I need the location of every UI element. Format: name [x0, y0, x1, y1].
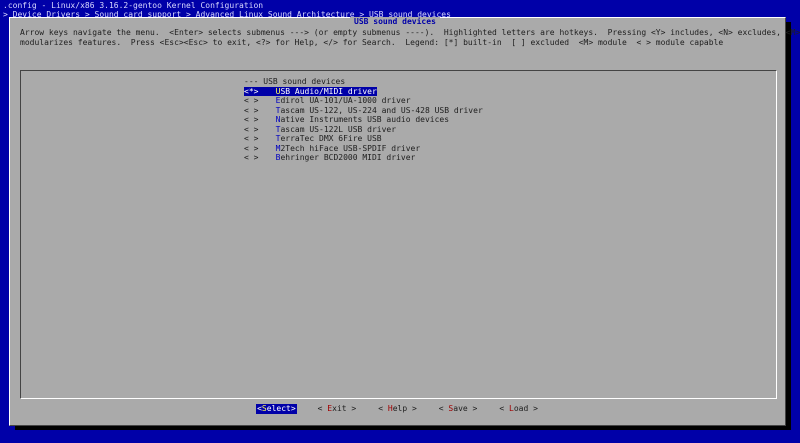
- button-bar: <Select> < Exit > < Help > < Save > < Load >: [10, 404, 785, 414]
- exit-button[interactable]: < Exit >: [317, 404, 358, 414]
- menu-header: --- USB sound devices: [244, 77, 346, 86]
- module-state-box[interactable]: < >: [244, 106, 266, 116]
- module-state-box[interactable]: < >: [244, 134, 266, 144]
- select-button[interactable]: <Select>: [256, 404, 297, 414]
- menu-frame: --- USB sound devices <*> USB Audio/MIDI…: [20, 70, 777, 399]
- menu-item-label: Native Instruments USB audio devices: [275, 115, 450, 124]
- menu-item-label: M2Tech hiFace USB-SPDIF driver: [275, 143, 421, 153]
- module-state-box[interactable]: < >: [244, 96, 266, 106]
- menu-item[interactable]: < > Native Instruments USB audio devices: [244, 115, 483, 125]
- menu-item[interactable]: < > M2Tech hiFace USB-SPDIF driver: [244, 144, 483, 154]
- menu-item-label: USB Audio/MIDI driver: [266, 86, 377, 96]
- module-state-box[interactable]: <*>: [244, 86, 266, 96]
- menu-item-label: Behringer BCD2000 MIDI driver: [275, 153, 416, 162]
- module-state-box[interactable]: < >: [244, 115, 266, 125]
- module-state-box[interactable]: < >: [244, 144, 266, 154]
- menu-list[interactable]: --- USB sound devices <*> USB Audio/MIDI…: [244, 77, 483, 163]
- menu-item[interactable]: < > Tascam US-122, US-224 and US-428 USB…: [244, 106, 483, 116]
- help-text-line-1: Arrow keys navigate the menu. <Enter> se…: [20, 28, 800, 37]
- menu-item[interactable]: < > Edirol UA-101/UA-1000 driver: [244, 96, 483, 106]
- help-button[interactable]: < Help >: [377, 404, 418, 414]
- module-state-box[interactable]: < >: [244, 125, 266, 135]
- menu-item[interactable]: < > TerraTec DMX 6Fire USB: [244, 134, 483, 144]
- save-button[interactable]: < Save >: [438, 404, 479, 414]
- load-button[interactable]: < Load >: [498, 404, 539, 414]
- menu-item-label: TerraTec DMX 6Fire USB: [275, 134, 382, 143]
- menu-item-label: Edirol UA-101/UA-1000 driver: [275, 96, 411, 105]
- menu-item-label: Tascam US-122L USB driver: [275, 124, 397, 134]
- dialog-title: USB sound devices: [350, 17, 440, 27]
- menuconfig-dialog: USB sound devices Arrow keys navigate th…: [9, 17, 800, 426]
- menu-item-label: Tascam US-122, US-224 and US-428 USB dri…: [275, 105, 483, 115]
- menu-item[interactable]: < > Behringer BCD2000 MIDI driver: [244, 153, 483, 163]
- help-text-line-2: modularizes features. Press <Esc><Esc> t…: [20, 38, 724, 47]
- menu-item[interactable]: <*> USB Audio/MIDI driver: [244, 86, 483, 96]
- module-state-box[interactable]: < >: [244, 153, 266, 163]
- menu-item[interactable]: < > Tascam US-122L USB driver: [244, 125, 483, 135]
